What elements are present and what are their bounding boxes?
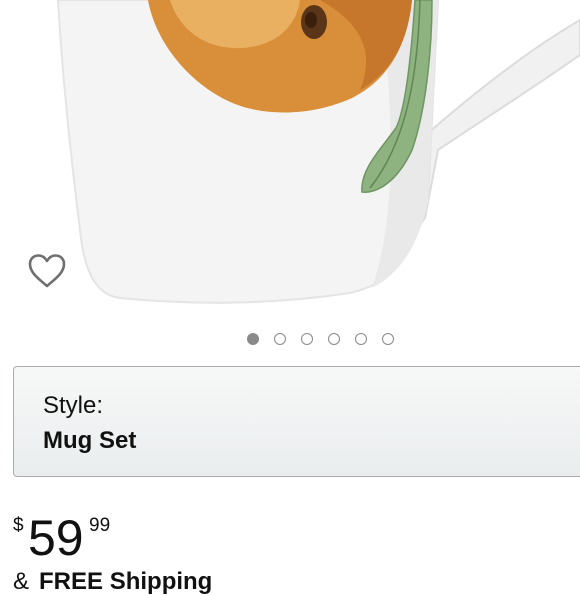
mug-illustration	[56, 0, 580, 304]
price-fraction: 99	[89, 515, 111, 536]
style-label: Style:	[43, 392, 104, 419]
pagination-dot-3[interactable]	[301, 333, 313, 345]
image-pagination	[247, 333, 394, 349]
shipping-info: & FREE Shipping	[13, 568, 212, 596]
price-whole: 59	[28, 510, 84, 566]
wishlist-button[interactable]	[26, 252, 68, 290]
pagination-dot-6[interactable]	[382, 333, 394, 345]
pagination-dot-5[interactable]	[355, 333, 367, 345]
free-shipping-link[interactable]: FREE Shipping	[39, 568, 212, 595]
product-image[interactable]	[0, 0, 580, 322]
heart-outline-icon	[28, 254, 66, 288]
pagination-dot-4[interactable]	[328, 333, 340, 345]
price-currency-symbol: $	[13, 515, 24, 536]
style-value: Mug Set	[43, 427, 137, 454]
pagination-dot-2[interactable]	[274, 333, 286, 345]
pagination-dot-1[interactable]	[247, 333, 259, 345]
style-selector[interactable]: Style: Mug Set	[13, 366, 580, 477]
shipping-prefix: &	[13, 568, 30, 595]
